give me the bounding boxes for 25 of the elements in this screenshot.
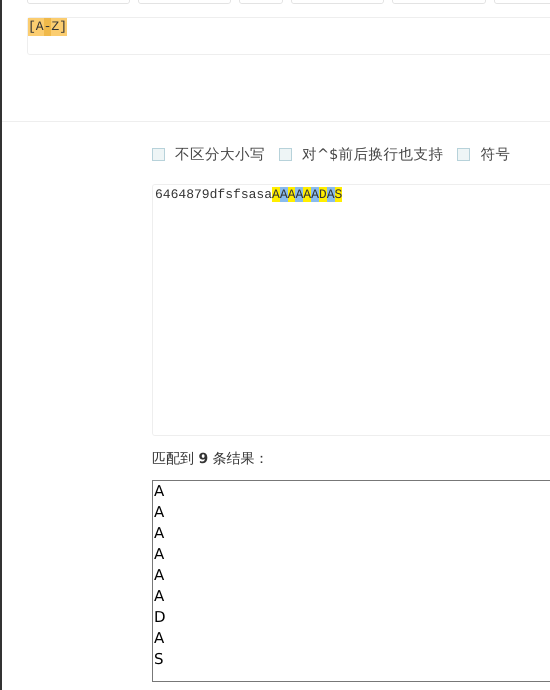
match-highlight: A xyxy=(295,187,304,202)
option-label: 符号 xyxy=(480,146,510,164)
match-highlight: A xyxy=(272,187,280,202)
test-text: 6464879dfsfsasa xyxy=(155,187,272,202)
result-line: S xyxy=(153,649,165,670)
checkbox[interactable] xyxy=(279,148,292,161)
checkbox[interactable] xyxy=(457,148,470,161)
option-label: 不区分大小写 xyxy=(175,146,265,164)
match-highlight: A xyxy=(303,187,312,202)
regex-token: Z] xyxy=(51,18,68,36)
results-box[interactable]: A A A A A A D A S xyxy=(152,480,550,682)
result-line: A xyxy=(153,628,166,649)
result-count: 匹配到 9 条结果： xyxy=(152,450,270,468)
result-line: A xyxy=(153,565,166,586)
regex-token: [A xyxy=(28,18,44,36)
result-line: A xyxy=(153,523,166,544)
result-line: D xyxy=(153,607,167,628)
option-label: 对^$前后换行也支持 xyxy=(302,146,444,164)
result-line: A xyxy=(153,502,166,523)
match-highlight: A xyxy=(311,187,319,202)
result-line: A xyxy=(153,586,166,607)
result-line: A xyxy=(153,481,166,502)
result-line: A xyxy=(153,544,166,565)
regex-field[interactable]: [A-Z] xyxy=(27,17,550,55)
checkbox[interactable] xyxy=(152,148,165,161)
